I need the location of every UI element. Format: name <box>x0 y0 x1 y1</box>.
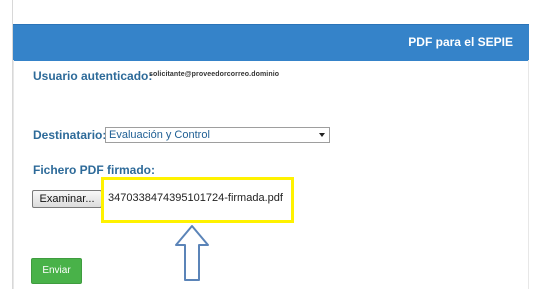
header-bar: PDF para el SEPIE <box>13 24 529 61</box>
file-label: Fichero PDF firmado: <box>33 163 156 177</box>
browse-button[interactable]: Examinar... <box>32 190 102 208</box>
header-title: PDF para el SEPIE <box>408 35 513 49</box>
recipient-selected-value: Evaluación y Control <box>109 129 210 141</box>
submit-button[interactable]: Enviar <box>31 258 82 284</box>
highlight-box <box>101 177 294 223</box>
user-label: Usuario autenticado: <box>33 69 153 83</box>
chevron-down-icon <box>319 133 325 137</box>
recipient-label: Destinatario: <box>33 128 107 142</box>
up-arrow-outline-icon <box>174 224 210 282</box>
recipient-select[interactable]: Evaluación y Control <box>105 127 330 143</box>
page: PDF para el SEPIE Usuario autenticado: s… <box>0 0 541 289</box>
user-value: solicitante@proveedorcorreo.dominio <box>149 71 280 78</box>
